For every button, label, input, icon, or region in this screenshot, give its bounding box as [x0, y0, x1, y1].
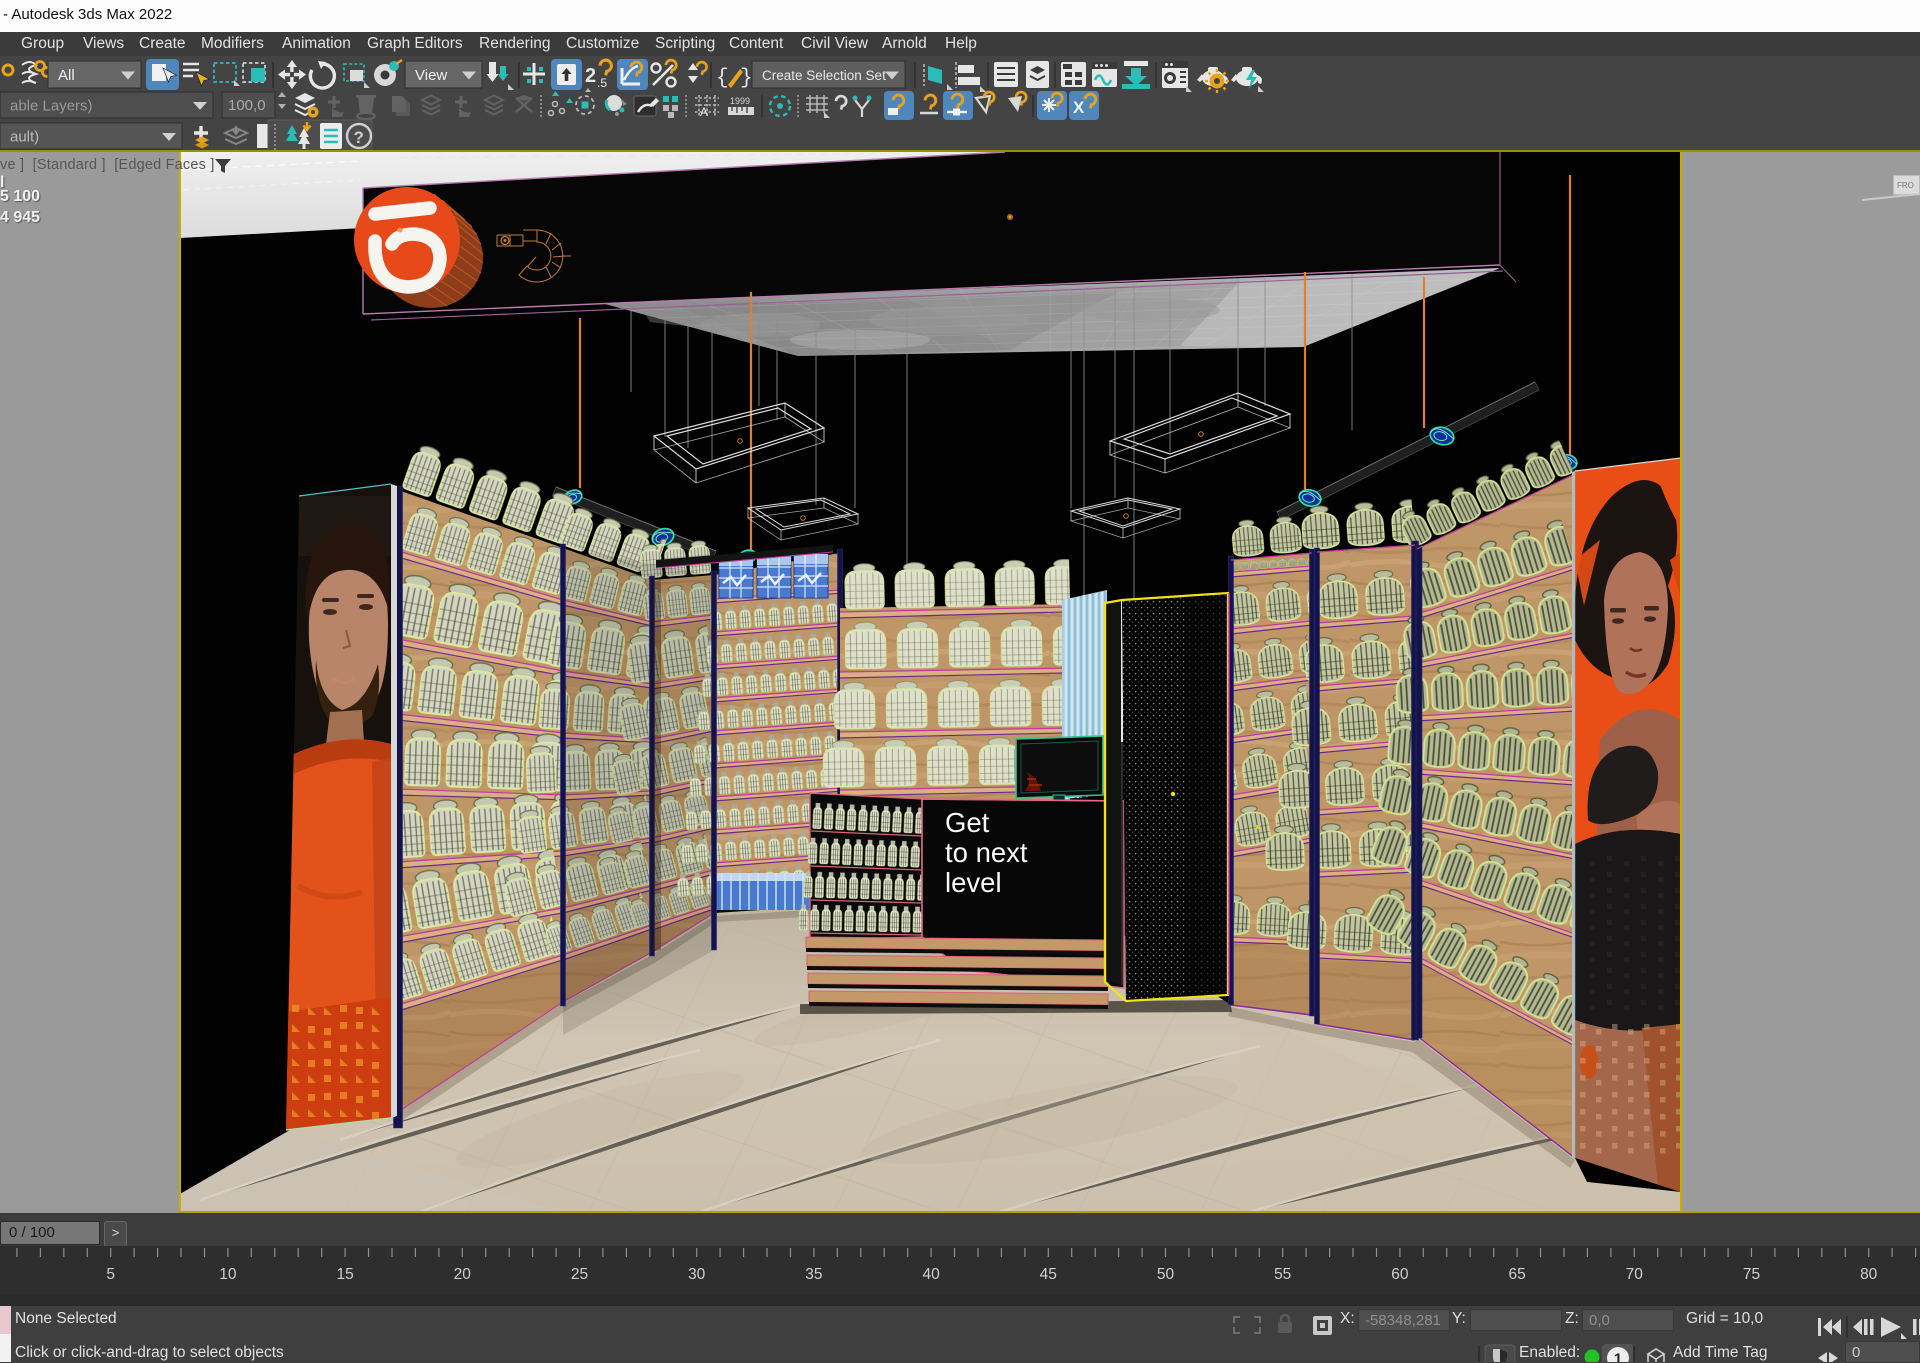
svg-text:55: 55: [1274, 1266, 1291, 1283]
svg-text:A: A: [700, 105, 708, 119]
svg-text:25: 25: [571, 1266, 588, 1283]
svg-text:30: 30: [688, 1266, 706, 1283]
svg-text:Create Selection Set: Create Selection Set: [762, 68, 886, 83]
svg-text:able Layers): able Layers): [10, 98, 93, 115]
svg-text:10: 10: [219, 1266, 237, 1283]
svg-text:50: 50: [1157, 1266, 1175, 1283]
svg-text:1: 1: [1614, 1351, 1622, 1363]
svg-text:15: 15: [336, 1266, 353, 1283]
svg-text:35: 35: [805, 1266, 822, 1283]
svg-text:to next: to next: [945, 837, 1028, 868]
svg-text:ault): ault): [10, 129, 39, 146]
svg-text:1999: 1999: [730, 96, 750, 106]
svg-text:{: {: [716, 67, 729, 90]
svg-text:80: 80: [1860, 1266, 1878, 1283]
svg-text:65: 65: [1508, 1266, 1525, 1283]
svg-text:100,0: 100,0: [228, 97, 266, 114]
svg-text:75: 75: [1743, 1266, 1760, 1283]
svg-text:70: 70: [1626, 1266, 1644, 1283]
svg-text:45: 45: [1040, 1266, 1057, 1283]
svg-text:40: 40: [922, 1266, 940, 1283]
svg-text:}: }: [740, 67, 753, 90]
svg-text:2: 2: [585, 65, 596, 87]
svg-text:20: 20: [454, 1266, 472, 1283]
svg-text:60: 60: [1391, 1266, 1409, 1283]
svg-text:?: ?: [354, 128, 364, 147]
svg-text:level: level: [945, 867, 1002, 898]
svg-text:Get: Get: [945, 807, 990, 838]
svg-text:View: View: [415, 67, 447, 84]
svg-text:.5: .5: [597, 76, 607, 90]
svg-text:5: 5: [106, 1266, 115, 1283]
svg-text:All: All: [58, 67, 75, 84]
svg-text:X: X: [1073, 98, 1085, 117]
